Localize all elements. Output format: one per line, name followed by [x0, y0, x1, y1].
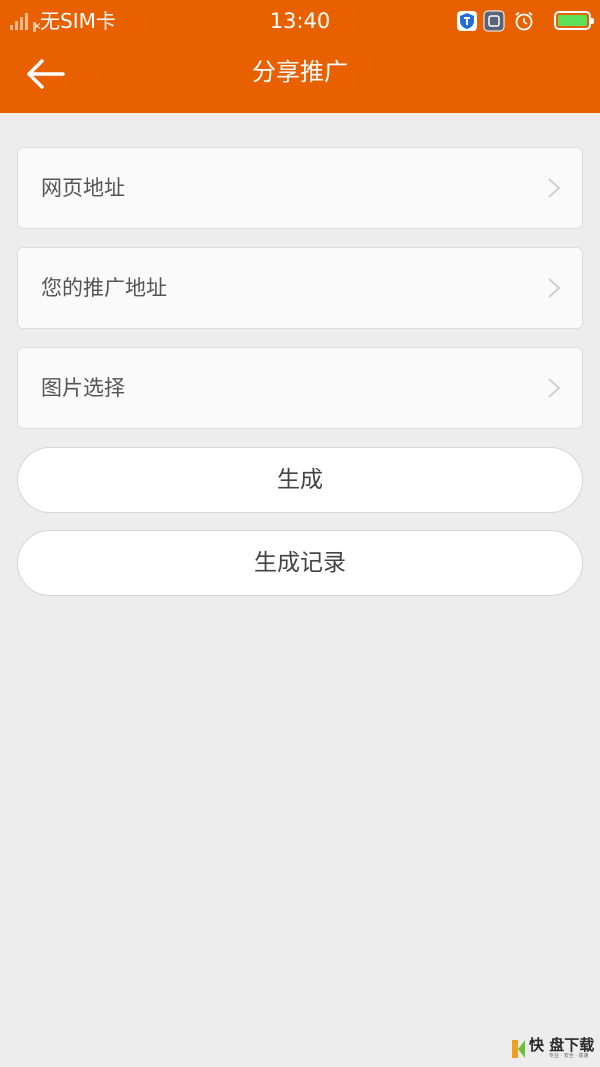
chevron-right-icon — [548, 378, 561, 398]
watermark-logo: 快 盘下载 专业 · 安全 · 高速 — [510, 1037, 596, 1061]
menu-item-promo-address[interactable]: 您的推广地址 — [17, 247, 583, 329]
app-header: × 无SIM卡 13:40 分享推广 — [0, 0, 600, 113]
status-bar: × 无SIM卡 13:40 — [0, 0, 600, 42]
menu-item-label: 网页地址 — [41, 176, 125, 200]
page-title: 分享推广 — [252, 58, 348, 86]
watermark-subtext: 专业 · 安全 · 高速 — [549, 1053, 589, 1059]
alarm-icon — [515, 11, 533, 31]
chevron-right-icon — [548, 178, 561, 198]
shield-app-icon — [457, 11, 477, 31]
status-time: 13:40 — [269, 9, 331, 33]
chevron-right-icon — [548, 278, 561, 298]
watermark-text: 快 盘下载 — [529, 1036, 595, 1054]
kuaipan-logo-icon — [512, 1040, 525, 1058]
generate-button[interactable]: 生成 — [17, 447, 583, 513]
battery-icon — [554, 11, 594, 30]
menu-item-webpage-address[interactable]: 网页地址 — [17, 147, 583, 229]
menu-item-label: 图片选择 — [41, 376, 125, 400]
generate-history-button[interactable]: 生成记录 — [17, 530, 583, 596]
screenshot-app-icon — [483, 10, 505, 32]
menu-item-label: 您的推广地址 — [41, 276, 167, 300]
menu-item-image-select[interactable]: 图片选择 — [17, 347, 583, 429]
